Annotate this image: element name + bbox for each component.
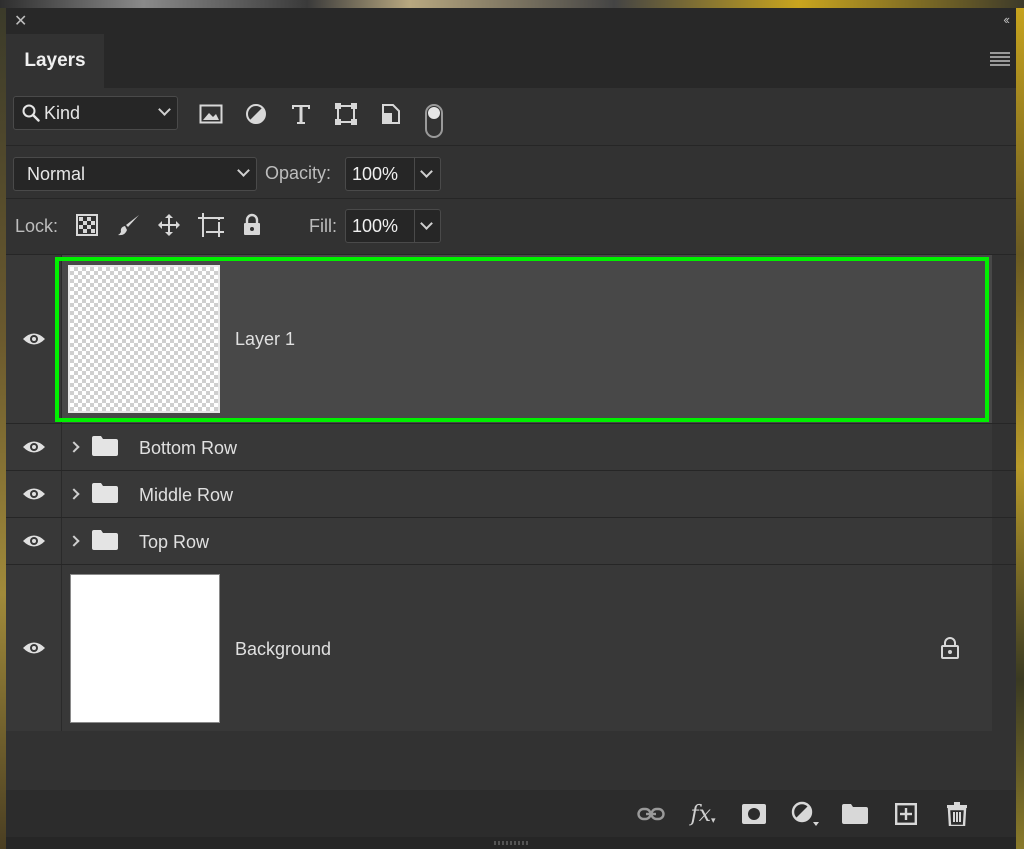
row-divider <box>6 145 1016 146</box>
smart-object-filter-icon[interactable] <box>376 101 406 127</box>
layer-name[interactable]: Background <box>235 639 331 660</box>
layer-name[interactable]: Layer 1 <box>235 329 295 350</box>
blend-mode-value: Normal <box>27 163 86 184</box>
fill-field[interactable]: 100% <box>345 209 441 243</box>
field-divider <box>414 210 415 242</box>
fx-label: fx <box>690 801 712 827</box>
new-layer-icon[interactable] <box>891 800 921 828</box>
folder-icon <box>92 530 118 550</box>
panel-tabbar: Layers <box>6 34 1016 88</box>
layer-thumbnail[interactable] <box>68 265 220 413</box>
lock-position-icon[interactable] <box>154 211 184 239</box>
chevron-down-icon <box>158 103 171 116</box>
filter-toggle-switch[interactable] <box>425 104 443 138</box>
blend-mode-select[interactable]: Normal <box>13 157 257 191</box>
row-divider <box>6 198 1016 199</box>
adjustment-filter-icon[interactable] <box>241 101 271 127</box>
lock-image-pixels-icon[interactable] <box>114 211 144 239</box>
fill-value: 100% <box>352 216 399 236</box>
panel-titlebar: ✕ ‹‹ <box>6 8 1016 34</box>
chevron-right-icon[interactable] <box>68 488 80 500</box>
chevron-right-icon[interactable] <box>68 535 80 547</box>
chevron-right-icon[interactable] <box>68 441 80 453</box>
resize-grip[interactable] <box>494 841 530 845</box>
opacity-field[interactable]: 100% <box>345 157 441 191</box>
background-artwork-right <box>1016 0 1024 849</box>
shape-filter-icon[interactable] <box>331 101 361 127</box>
toggle-knob <box>428 107 440 119</box>
chevron-down-icon[interactable] <box>420 217 433 230</box>
background-artwork-top <box>0 0 1024 8</box>
layer-row-middle-row[interactable]: Middle Row <box>6 471 992 517</box>
visibility-toggle[interactable] <box>6 424 62 470</box>
lock-transparent-pixels-icon[interactable] <box>72 211 102 239</box>
collapse-panel-icon[interactable]: ‹‹ <box>1003 12 1010 27</box>
folder-icon <box>92 436 118 456</box>
chevron-down-icon <box>237 164 250 177</box>
eye-icon <box>22 488 45 500</box>
type-filter-icon[interactable] <box>286 101 316 127</box>
panel-menu-icon[interactable] <box>990 52 1010 66</box>
search-icon <box>22 104 40 122</box>
layer-row-layer-1[interactable]: Layer 1 <box>6 255 992 423</box>
visibility-toggle[interactable] <box>6 518 62 564</box>
panel-footer: fx ▾ <box>6 790 1016 837</box>
fill-label: Fill: <box>309 216 337 236</box>
layer-name[interactable]: Top Row <box>139 532 209 553</box>
link-layers-icon[interactable] <box>636 800 666 828</box>
eye-icon <box>22 535 45 547</box>
chevron-down-icon[interactable] <box>420 165 433 178</box>
lock-label: Lock: <box>15 216 59 236</box>
layer-style-fx-icon[interactable]: fx ▾ <box>688 800 718 828</box>
delete-layer-icon[interactable] <box>942 800 972 828</box>
eye-icon <box>22 441 45 453</box>
opacity-value: 100% <box>352 164 399 184</box>
filter-kind-label: Kind <box>44 102 81 123</box>
layer-row-top-row[interactable]: Top Row <box>6 518 992 564</box>
layer-name[interactable]: Middle Row <box>139 485 233 506</box>
add-mask-icon[interactable] <box>739 800 769 828</box>
field-divider <box>414 158 415 190</box>
filter-kind-select[interactable]: Kind <box>13 96 178 130</box>
new-group-icon[interactable] <box>840 800 870 828</box>
lock-artboard-icon[interactable] <box>196 211 226 239</box>
folder-icon <box>92 483 118 503</box>
layers-panel: ✕ ‹‹ Layers Kind Normal Opacity: 100% Lo… <box>6 8 1016 849</box>
layer-thumbnail[interactable] <box>70 574 220 723</box>
layer-name[interactable]: Bottom Row <box>139 438 237 459</box>
visibility-toggle[interactable] <box>6 255 62 423</box>
lock-icon[interactable] <box>940 637 960 659</box>
eye-icon <box>22 333 45 345</box>
layer-row-bottom-row[interactable]: Bottom Row <box>6 424 992 470</box>
opacity-label: Opacity: <box>265 163 332 183</box>
new-adjustment-layer-icon[interactable] <box>790 800 820 828</box>
visibility-toggle[interactable] <box>6 471 62 517</box>
layer-row-background[interactable]: Background <box>6 565 992 731</box>
visibility-toggle[interactable] <box>6 565 62 731</box>
eye-icon <box>22 642 45 654</box>
close-icon[interactable]: ✕ <box>14 11 27 31</box>
lock-all-icon[interactable] <box>237 211 267 239</box>
tab-layers[interactable]: Layers <box>6 34 104 88</box>
image-filter-icon[interactable] <box>196 101 226 127</box>
